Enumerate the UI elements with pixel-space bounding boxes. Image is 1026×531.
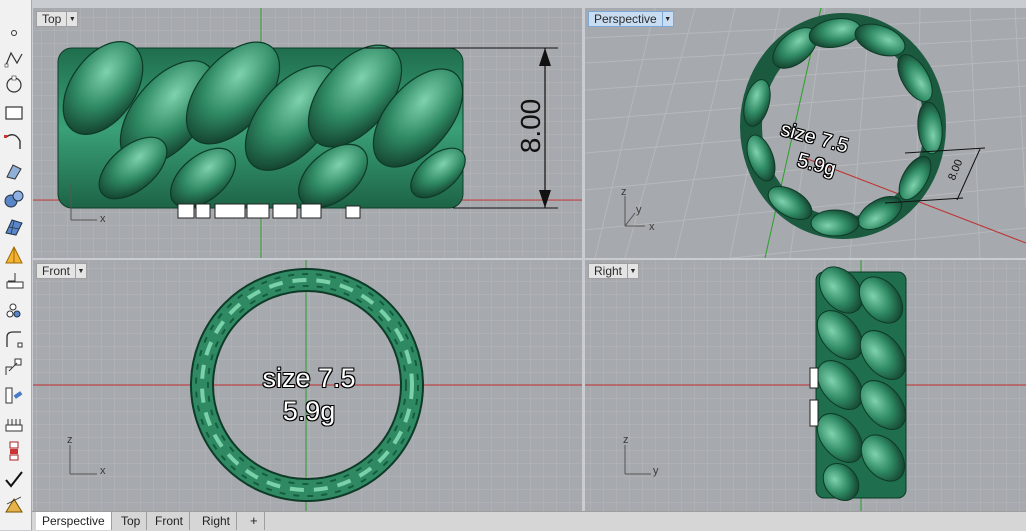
tab-front[interactable]: Front <box>149 512 191 530</box>
tab-right[interactable]: Right <box>196 512 238 530</box>
viewport-front[interactable]: size 7.5 5.9g z x Front ▼ <box>33 260 582 511</box>
render-cone-icon[interactable] <box>2 494 26 516</box>
light-icon[interactable] <box>2 244 26 266</box>
viewport-name: Perspective <box>588 11 662 27</box>
top-viewport-canvas <box>33 8 582 258</box>
dropdown-arrow-icon[interactable]: ▼ <box>627 263 640 279</box>
dropdown-arrow-icon[interactable]: ▼ <box>75 263 88 279</box>
engraving-line2: 5.9g <box>282 396 336 426</box>
layer-icon[interactable] <box>2 440 26 462</box>
viewport-perspective[interactable]: size 7.5 5.9g 8.00 z y x Perspective ▼ <box>585 8 1026 258</box>
right-viewport-canvas <box>585 260 1026 511</box>
axis-y-label: y <box>653 465 659 477</box>
viewport-title-perspective[interactable]: Perspective ▼ <box>588 11 674 27</box>
tab-top[interactable]: Top <box>115 512 148 530</box>
viewport-name: Front <box>36 263 76 279</box>
viewport-title-top[interactable]: Top ▼ <box>36 11 79 27</box>
rectangle-icon[interactable] <box>2 102 26 124</box>
dimension-label: 8.00 <box>515 98 546 154</box>
render-icon[interactable] <box>2 412 26 434</box>
dropdown-arrow-icon[interactable]: ▼ <box>661 11 674 27</box>
analyze-icon[interactable] <box>2 384 26 406</box>
polyline-icon[interactable] <box>2 48 26 70</box>
viewport-title-right[interactable]: Right ▼ <box>588 263 640 279</box>
viewport-top[interactable]: 8.00 x Top ▼ <box>33 8 582 258</box>
viewport-name: Right <box>588 263 628 279</box>
fillet-icon[interactable] <box>2 328 26 350</box>
dimension-icon[interactable] <box>2 270 26 292</box>
transform-icon[interactable] <box>2 356 26 378</box>
viewport-right[interactable]: z y Right ▼ <box>585 260 1026 511</box>
viewport-name: Top <box>36 11 67 27</box>
plus-icon[interactable]: + <box>244 512 265 530</box>
solid-sphere-icon[interactable] <box>2 188 26 210</box>
dropdown-arrow-icon[interactable]: ▼ <box>66 11 79 27</box>
curve-icon[interactable] <box>2 130 26 152</box>
viewport-tabs: Perspective Top Front Right + <box>32 511 1026 531</box>
axis-z-label: z <box>67 434 73 446</box>
point-icon[interactable] <box>2 22 26 44</box>
check-icon[interactable] <box>2 468 26 490</box>
axis-y-label: y <box>636 204 642 216</box>
axis-z-label: z <box>621 186 627 198</box>
axis-x-label: x <box>100 213 106 225</box>
array-icon[interactable] <box>2 300 26 322</box>
mesh-icon[interactable] <box>2 216 26 238</box>
circle-icon[interactable] <box>2 74 26 96</box>
surface-icon[interactable] <box>2 160 26 182</box>
axis-z-label: z <box>623 434 629 446</box>
engraving-line1: size 7.5 <box>262 363 356 393</box>
axis-x-label: x <box>649 221 655 233</box>
left-toolbar <box>0 0 32 530</box>
axis-x-label: x <box>100 465 106 477</box>
tab-perspective[interactable]: Perspective <box>36 512 112 530</box>
viewport-title-front[interactable]: Front ▼ <box>36 263 88 279</box>
